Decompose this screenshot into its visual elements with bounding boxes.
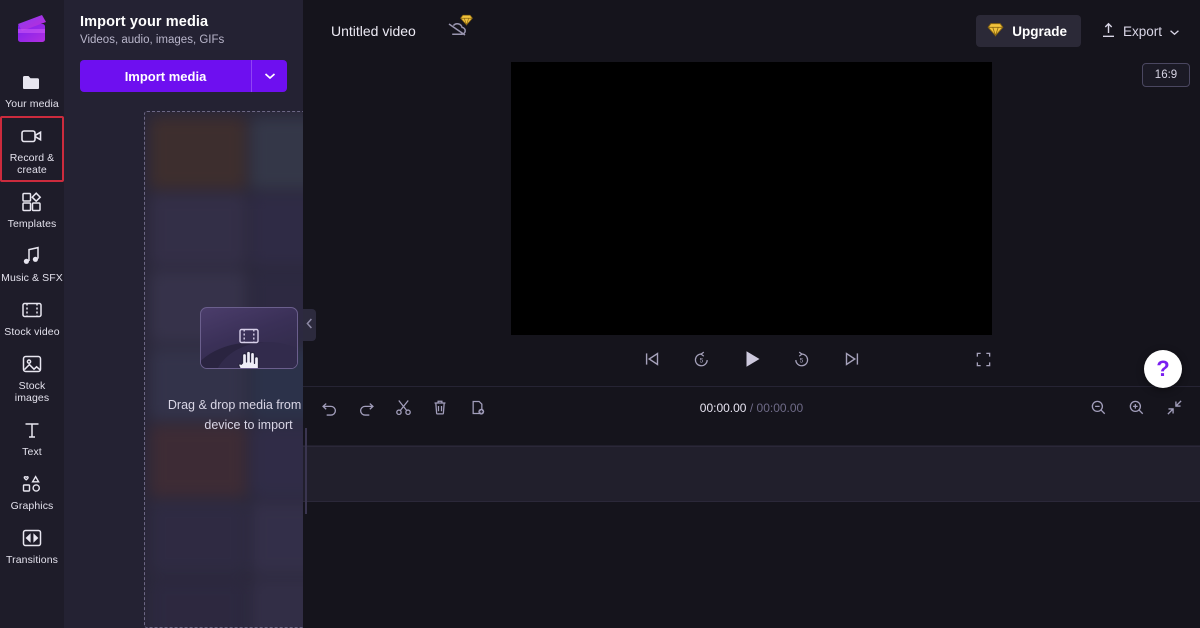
skip-to-end-button[interactable]: [838, 345, 866, 373]
import-media-control: Import media: [80, 60, 287, 92]
video-preview-canvas[interactable]: [511, 62, 992, 335]
sidebar-item-templates[interactable]: Templates: [0, 182, 64, 236]
timeline-ruler[interactable]: [303, 428, 1200, 446]
delete-button[interactable]: [426, 394, 454, 422]
dropzone-label: Drag & drop media from your device to im…: [167, 398, 303, 432]
dropzone-content: Drag & drop media from your device to im…: [145, 307, 303, 435]
forward-5s-button[interactable]: 5: [788, 345, 816, 373]
svg-text:5: 5: [700, 357, 704, 364]
editor-main-area: Untitled video Upgrade Export 16:9 5 5 ?…: [303, 0, 1200, 628]
redo-button[interactable]: [352, 394, 380, 422]
sidebar-item-label: Graphics: [10, 500, 54, 512]
clipchamp-editor-window: Your media Record & create Templates Mus…: [0, 0, 1200, 628]
sidebar-item-stock-images[interactable]: Stock images: [0, 344, 64, 410]
playback-controls: 5 5: [303, 335, 1200, 383]
sidebar-item-graphics[interactable]: Graphics: [0, 464, 64, 518]
sidebar-item-label: Your media: [5, 98, 59, 110]
panel-title: Import your media: [80, 14, 209, 30]
play-button[interactable]: [738, 345, 766, 373]
sidebar-item-text[interactable]: Text: [0, 410, 64, 464]
upgrade-button[interactable]: Upgrade: [976, 15, 1081, 47]
media-dropzone[interactable]: Drag & drop media from your device to im…: [144, 111, 303, 628]
left-nav-rail: Your media Record & create Templates Mus…: [0, 0, 64, 628]
top-bar-actions: Upgrade Export: [976, 15, 1188, 47]
timeline-canvas[interactable]: [303, 428, 1200, 628]
sidebar-item-your-media[interactable]: Your media: [0, 62, 64, 116]
shapes-icon: [19, 472, 45, 496]
chevron-left-icon: [306, 316, 313, 334]
sidebar-item-music-and-sfx[interactable]: Music & SFX: [0, 236, 64, 290]
sidebar-item-label: Music & SFX: [1, 272, 63, 284]
rewind-5s-button[interactable]: 5: [688, 345, 716, 373]
aspect-ratio-button[interactable]: 16:9: [1142, 63, 1190, 87]
sidebar-item-record-and-create[interactable]: Record & create: [0, 116, 64, 182]
text-t-icon: [19, 418, 45, 442]
sidebar-item-label: Templates: [7, 218, 57, 230]
panel-collapse-handle[interactable]: [303, 309, 316, 341]
templates-icon: [19, 190, 45, 214]
timeline-playhead[interactable]: [305, 428, 307, 514]
top-bar: Untitled video Upgrade Export: [303, 0, 1200, 62]
svg-text:5: 5: [800, 357, 804, 364]
video-camera-icon: [19, 124, 45, 148]
project-title-input[interactable]: Untitled video: [325, 19, 422, 43]
split-button[interactable]: [389, 394, 417, 422]
sidebar-item-label: Stock images: [14, 380, 50, 404]
panel-subtitle: Videos, audio, images, GIFs: [80, 34, 225, 46]
chevron-down-icon: [1169, 24, 1180, 39]
dropzone-preview-thumb: [199, 307, 298, 369]
export-label: Export: [1122, 23, 1162, 39]
import-media-button[interactable]: Import media: [80, 60, 251, 92]
current-time: 00:00.00: [699, 400, 747, 415]
sidebar-item-stock-video[interactable]: Stock video: [0, 290, 64, 344]
timeline-toolbar: 00:00.00 / 00:00.00: [303, 386, 1200, 428]
image-icon: [19, 352, 45, 376]
question-mark-icon: ?: [1156, 356, 1170, 381]
fullscreen-button[interactable]: [969, 345, 997, 373]
upgrade-label: Upgrade: [1012, 23, 1067, 39]
cloud-backup-status-button[interactable]: [442, 13, 473, 46]
zoom-out-button[interactable]: [1084, 394, 1112, 422]
music-note-icon: [19, 244, 45, 268]
upload-arrow-icon: [1101, 22, 1116, 41]
timecode-separator: /: [749, 400, 754, 415]
film-strip-icon: [19, 298, 45, 322]
timeline-edit-tools: [315, 394, 491, 422]
premium-gem-icon: [987, 22, 1004, 40]
sidebar-item-transitions[interactable]: Transitions: [0, 518, 64, 572]
sidebar-item-label: Transitions: [5, 554, 59, 566]
undo-button[interactable]: [315, 394, 343, 422]
timeline-track-row[interactable]: [303, 446, 1200, 502]
clapperboard-logo[interactable]: [12, 8, 52, 48]
drag-hand-icon: [235, 347, 263, 368]
sidebar-item-label: Record & create: [9, 152, 55, 176]
fit-to-screen-button[interactable]: [1160, 394, 1188, 422]
sidebar-item-label: Text: [22, 446, 42, 458]
premium-gem-icon: [460, 13, 473, 31]
preview-stage: 5 5: [303, 62, 1200, 386]
export-button[interactable]: Export: [1091, 15, 1188, 47]
folder-icon: [19, 70, 45, 94]
zoom-in-button[interactable]: [1122, 394, 1150, 422]
duplicate-button[interactable]: [463, 394, 491, 422]
transitions-icon: [19, 526, 45, 550]
timeline-zoom-controls: [1084, 394, 1188, 422]
import-media-panel: Import your media Videos, audio, images,…: [64, 0, 303, 628]
sidebar-item-label: Stock video: [4, 326, 60, 338]
panel-header: Import your media Videos, audio, images,…: [64, 0, 303, 46]
help-button[interactable]: ?: [1144, 350, 1182, 388]
total-time: 00:00.00: [756, 400, 804, 415]
chevron-down-icon[interactable]: [251, 60, 287, 92]
skip-to-start-button[interactable]: [638, 345, 666, 373]
